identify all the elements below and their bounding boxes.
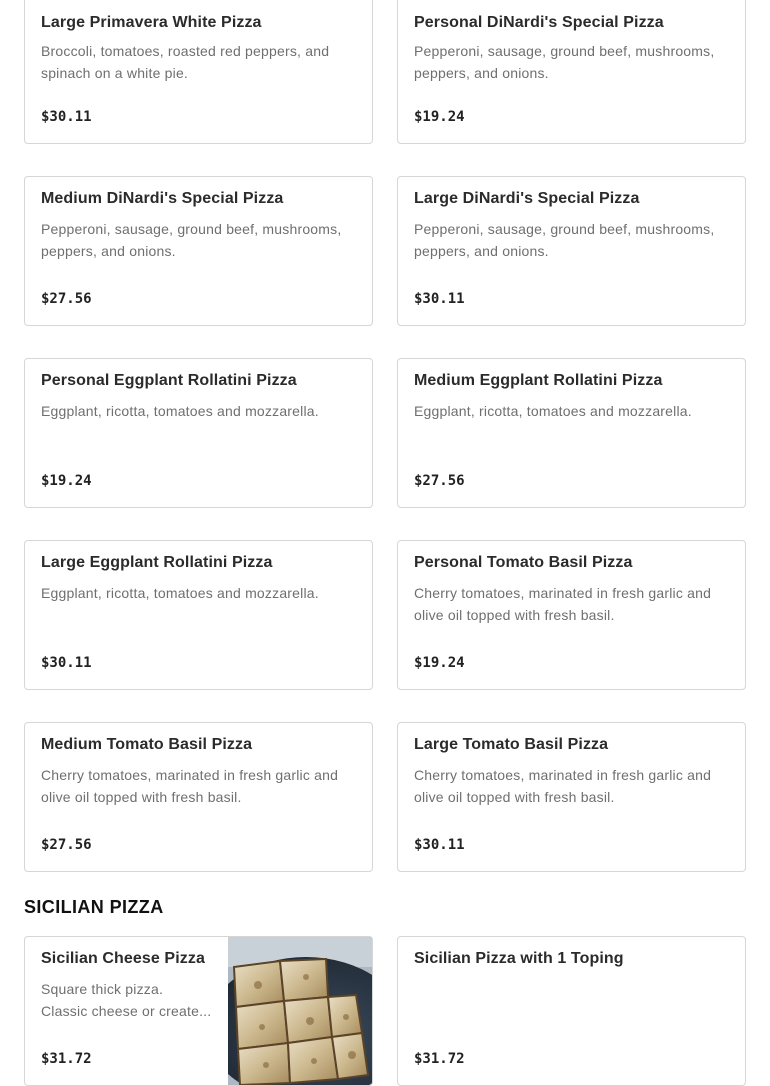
menu-item-card[interactable]: Personal DiNardi's Special Pizza Peppero…: [397, 0, 746, 144]
item-price: $27.56: [414, 473, 465, 489]
menu-item-card[interactable]: Medium DiNardi's Special Pizza Pepperoni…: [24, 176, 373, 326]
item-name: Personal Tomato Basil Pizza: [414, 554, 633, 571]
item-description: Cherry tomatoes, marinated in fresh garl…: [414, 585, 712, 623]
item-price: $30.11: [414, 837, 465, 853]
menu-item-card[interactable]: Large Primavera White Pizza Broccoli, to…: [24, 0, 373, 144]
item-price: $19.24: [41, 473, 92, 489]
item-description: Eggplant, ricotta, tomatoes and mozzarel…: [414, 403, 692, 419]
item-description: Cherry tomatoes, marinated in fresh garl…: [414, 767, 712, 805]
item-name: Personal Eggplant Rollatini Pizza: [41, 372, 297, 389]
item-description: Square thick pizza. Classic cheese or cr…: [41, 981, 212, 1019]
sicilian-pizza-photo: [228, 937, 372, 1085]
item-description: Cherry tomatoes, marinated in fresh garl…: [41, 767, 339, 805]
item-price: $30.11: [41, 655, 92, 671]
item-name: Large Eggplant Rollatini Pizza: [41, 554, 273, 571]
menu-item-card[interactable]: Medium Eggplant Rollatini Pizza Eggplant…: [397, 358, 746, 508]
item-price: $31.72: [41, 1051, 92, 1067]
item-name: Medium DiNardi's Special Pizza: [41, 190, 284, 207]
item-name: Personal DiNardi's Special Pizza: [414, 14, 664, 31]
menu-item-card[interactable]: Personal Tomato Basil Pizza Cherry tomat…: [397, 540, 746, 690]
item-name: Sicilian Pizza with 1 Toping: [414, 950, 624, 967]
item-description: Broccoli, tomatoes, roasted red peppers,…: [41, 43, 330, 81]
item-name: Medium Tomato Basil Pizza: [41, 736, 253, 753]
item-price: $19.24: [414, 655, 465, 671]
item-description: Pepperoni, sausage, ground beef, mushroo…: [414, 43, 715, 81]
item-price: $19.24: [414, 109, 465, 125]
menu-item-card[interactable]: Large DiNardi's Special Pizza Pepperoni,…: [397, 176, 746, 326]
item-name: Large Primavera White Pizza: [41, 14, 262, 31]
menu-item-card[interactable]: Sicilian Pizza with 1 Toping $31.72: [397, 936, 746, 1086]
item-description: Pepperoni, sausage, ground beef, mushroo…: [414, 221, 715, 259]
item-price: $30.11: [414, 291, 465, 307]
item-price: $27.56: [41, 837, 92, 853]
item-description: Eggplant, ricotta, tomatoes and mozzarel…: [41, 585, 319, 601]
menu-item-card[interactable]: Large Eggplant Rollatini Pizza Eggplant,…: [24, 540, 373, 690]
item-price: $30.11: [41, 109, 92, 125]
item-name: Large Tomato Basil Pizza: [414, 736, 609, 753]
item-description: Pepperoni, sausage, ground beef, mushroo…: [41, 221, 342, 259]
menu-item-card[interactable]: Personal Eggplant Rollatini Pizza Eggpla…: [24, 358, 373, 508]
menu-item-card[interactable]: Large Tomato Basil Pizza Cherry tomatoes…: [397, 722, 746, 872]
pizza-image-illustration: [228, 937, 372, 1085]
item-name: Medium Eggplant Rollatini Pizza: [414, 372, 663, 389]
item-price: $31.72: [414, 1051, 465, 1067]
item-price: $27.56: [41, 291, 92, 307]
item-description: Eggplant, ricotta, tomatoes and mozzarel…: [41, 403, 319, 419]
section-heading: SICILIAN PIZZA: [24, 897, 164, 917]
item-name: Large DiNardi's Special Pizza: [414, 190, 640, 207]
menu-item-card[interactable]: Sicilian Cheese Pizza Square thick pizza…: [24, 936, 373, 1086]
menu-item-card[interactable]: Medium Tomato Basil Pizza Cherry tomatoe…: [24, 722, 373, 872]
